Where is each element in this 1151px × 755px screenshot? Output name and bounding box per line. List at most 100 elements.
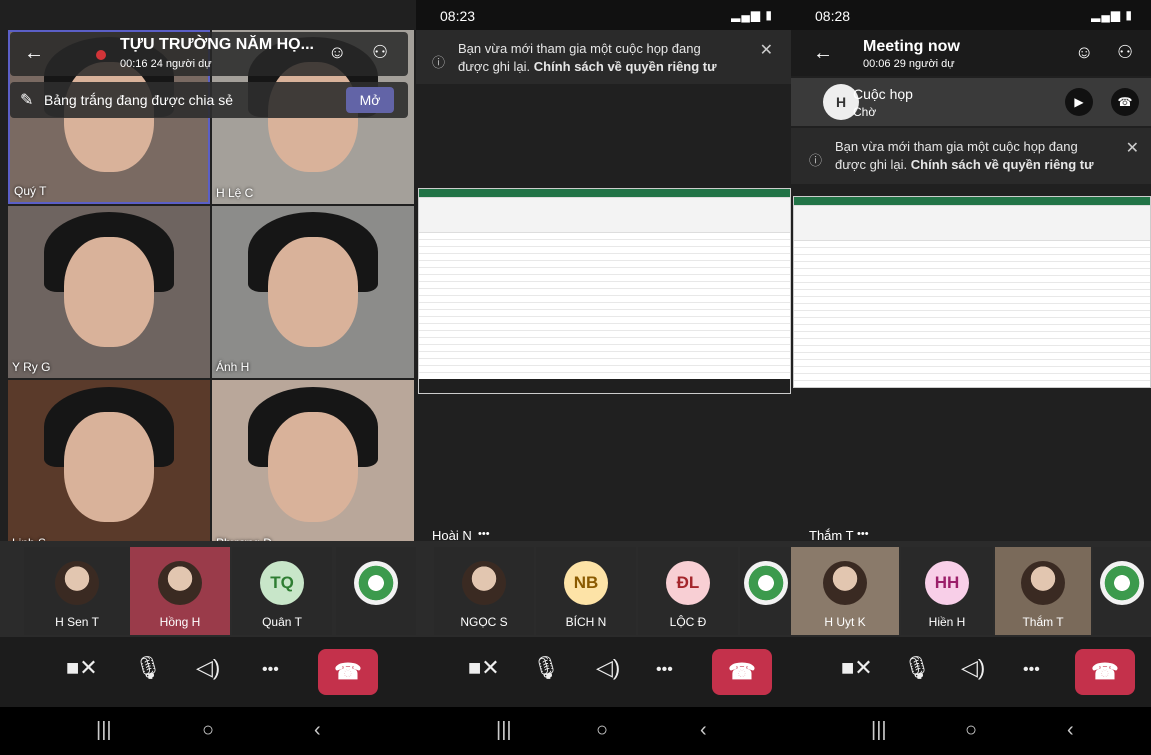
participant-tile[interactable]: Hồng H [130, 547, 230, 635]
avatar [462, 561, 506, 605]
participant-name: H Sen T [55, 615, 99, 629]
avatar: NB [564, 561, 608, 605]
resume-play-icon[interactable]: ▶ [1065, 88, 1093, 116]
home-icon[interactable]: ○ [965, 719, 977, 742]
camera-off-icon[interactable]: ■✕ [66, 655, 98, 681]
held-call-title: Cuộc họp [853, 86, 913, 102]
status-bar: 08:28 ▂▄▆ ▮ [791, 0, 1151, 30]
mic-off-icon[interactable]: 🎙 [134, 655, 162, 681]
notice-line-2: được ghi lại. [458, 59, 534, 74]
participant-tile[interactable]: Thắm T [995, 547, 1091, 635]
participants-icon[interactable]: ⚇ [1117, 42, 1133, 63]
mic-off-icon[interactable]: 🎙 [532, 655, 560, 681]
open-whiteboard-button[interactable]: Mở [346, 87, 394, 113]
meeting-title: TỰU TRƯỜNG NĂM HỌ... [120, 36, 314, 53]
participant-name: Quân T [262, 615, 302, 629]
hang-up-button[interactable]: ☎ [1075, 649, 1135, 695]
presenter-more-icon[interactable]: ••• [478, 528, 490, 540]
participant-name: Ánh H [216, 360, 250, 374]
android-nav-bar: ||| ○ ‹ [416, 707, 791, 755]
participant-tile[interactable] [740, 547, 791, 635]
avatar: ĐL [666, 561, 710, 605]
more-options-icon[interactable]: ••• [656, 661, 673, 679]
participant-tile[interactable]: ĐL LỘC Đ [638, 547, 738, 635]
whiteboard-icon: ✎ [20, 92, 34, 109]
phone-screen-3: 08:28 ▂▄▆ ▮ ← Meeting now 00:06 29 người… [791, 0, 1151, 755]
speaker-icon[interactable]: ◁) [596, 655, 620, 681]
back-icon[interactable]: ‹ [700, 719, 707, 742]
whiteboard-text: Bảng trắng đang được chia sẻ [44, 92, 234, 108]
privacy-policy-link[interactable]: Chính sách về quyền riêng tư [911, 157, 1094, 172]
back-arrow-icon[interactable]: ← [813, 42, 833, 65]
video-tile[interactable]: Linh S [8, 380, 210, 554]
meeting-header: ← TỰU TRƯỜNG NĂM HỌ... 00:16 24 người dự… [10, 32, 408, 76]
phone-screen-2: 08:23 ▂▄▆ ▮ ⓘ Bạn vừa mới tham gia một c… [416, 0, 791, 755]
chat-icon[interactable]: ☺ [328, 42, 346, 63]
recording-notice: ⓘ Bạn vừa mới tham gia một cuộc họp đang… [416, 30, 791, 84]
phone-screen-1: Quý T H Lệ C Y Ry G Ánh H Linh S Phương … [0, 0, 416, 755]
mic-off-icon[interactable]: 🎙 [903, 655, 931, 681]
participant-strip: H Sen T Hồng H TQ Quân T [0, 541, 416, 637]
meeting-header: ← Meeting now 00:06 29 người dự ☺ ⚇ [791, 30, 1151, 76]
back-icon[interactable]: ‹ [1067, 719, 1074, 742]
participant-name: Hiền H [928, 615, 966, 629]
video-tile[interactable]: Ánh H [212, 206, 414, 378]
recent-apps-icon[interactable]: ||| [871, 719, 887, 742]
notice-line-1: Bạn vừa mới tham gia một cuộc họp đang [458, 41, 701, 56]
recent-apps-icon[interactable]: ||| [496, 719, 512, 742]
participants-icon[interactable]: ⚇ [372, 42, 388, 63]
call-controls: ■✕ 🎙 ◁) ••• ☎ [416, 637, 791, 707]
participant-name: LỘC Đ [669, 615, 707, 629]
participant-name: BÍCH N [565, 615, 607, 629]
speaker-icon[interactable]: ◁) [961, 655, 985, 681]
more-options-icon[interactable]: ••• [262, 661, 279, 679]
back-icon[interactable]: ‹ [314, 719, 321, 742]
participant-tile[interactable] [1093, 547, 1151, 635]
android-nav-bar: ||| ○ ‹ [0, 707, 416, 755]
signal-battery-icon: ▂▄▆ ▮ [1091, 8, 1133, 22]
camera-off-icon[interactable]: ■✕ [468, 655, 500, 681]
camera-off-icon[interactable]: ■✕ [841, 655, 873, 681]
participant-tile[interactable]: TQ Quân T [232, 547, 332, 635]
participant-tile[interactable]: H Uyt K [791, 547, 899, 635]
close-notice-icon[interactable]: ✕ [760, 40, 773, 60]
avatar [354, 561, 398, 605]
privacy-policy-link[interactable]: Chính sách về quyền riêng tư [534, 59, 717, 74]
info-icon: ⓘ [809, 153, 823, 168]
home-icon[interactable]: ○ [202, 719, 214, 742]
end-held-call-icon[interactable]: ☎ [1111, 88, 1139, 116]
back-arrow-icon[interactable]: ← [24, 42, 44, 65]
call-controls: ■✕ 🎙 ◁) ••• ☎ [0, 637, 416, 707]
hang-up-button[interactable]: ☎ [712, 649, 772, 695]
speaker-icon[interactable]: ◁) [196, 655, 220, 681]
chat-icon[interactable]: ☺ [1075, 42, 1093, 63]
held-call-bar[interactable]: H Cuộc họp Chờ ▶ ☎ [791, 78, 1151, 126]
participant-tile[interactable]: HH Hiền H [901, 547, 993, 635]
avatar [823, 561, 867, 605]
avatar: TQ [260, 561, 304, 605]
meeting-meta: 00:06 29 người dự [863, 58, 955, 70]
video-tile[interactable]: Phương Đ [212, 380, 414, 554]
close-notice-icon[interactable]: ✕ [1126, 138, 1139, 158]
hang-up-button[interactable]: ☎ [318, 649, 378, 695]
more-options-icon[interactable]: ••• [1023, 661, 1040, 679]
presenter-more-icon[interactable]: ••• [857, 528, 869, 540]
video-tile[interactable]: Y Ry G [8, 206, 210, 378]
held-call-status: Chờ [853, 105, 877, 119]
avatar [55, 561, 99, 605]
recent-apps-icon[interactable]: ||| [96, 719, 112, 742]
participant-tile[interactable]: H Sen T [24, 547, 130, 635]
participant-tile[interactable]: NB BÍCH N [536, 547, 636, 635]
participant-tile[interactable]: NGỌC S [434, 547, 534, 635]
whiteboard-banner: ✎ Bảng trắng đang được chia sẻ Mở [10, 82, 408, 118]
avatar [1100, 561, 1144, 605]
participant-strip: H Uyt K HH Hiền H Thắm T [791, 541, 1151, 637]
participant-name: Hồng H [159, 615, 201, 629]
avatar [743, 561, 788, 605]
participant-name: Quý T [14, 184, 47, 198]
participant-strip: NGỌC S NB BÍCH N ĐL LỘC Đ [416, 541, 791, 637]
home-icon[interactable]: ○ [596, 719, 608, 742]
participant-tile[interactable] [336, 547, 416, 635]
status-bar: 08:23 ▂▄▆ ▮ [416, 0, 791, 30]
participant-name: NGỌC S [460, 615, 508, 629]
